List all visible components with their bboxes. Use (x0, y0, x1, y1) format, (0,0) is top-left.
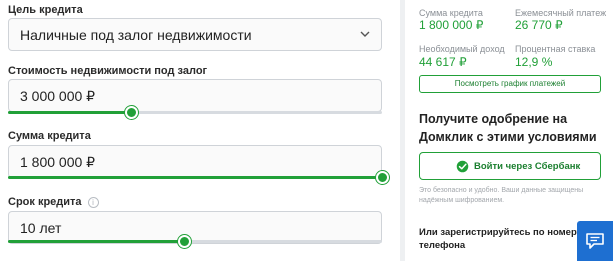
purpose-select[interactable]: Наличные под залог недвижимости (8, 18, 382, 51)
property-value-label: Стоимость недвижимости под залог (8, 65, 208, 77)
loan-sum-value: 1 800 000 ₽ (419, 18, 484, 32)
interest-rate-value: 12,9 % (515, 55, 553, 69)
chevron-down-icon (360, 31, 370, 37)
property-value-slider-thumb[interactable] (125, 106, 139, 119)
payment-schedule-button[interactable]: Посмотреть график платежей (419, 75, 601, 93)
monthly-payment-label: Ежемесячный платеж (515, 8, 607, 18)
sber-login-button[interactable]: Войти через Сбербанк (419, 152, 601, 180)
chat-icon (586, 233, 604, 249)
loan-amount-slider[interactable] (8, 171, 389, 184)
required-income-value: 44 617 ₽ (419, 55, 467, 69)
loan-form: Цель кредита Наличные под залог недвижим… (0, 0, 400, 261)
loan-term-label-text: Срок кредита (8, 196, 82, 208)
approval-title: Получите одобрение на Домклик с этими ус… (419, 112, 597, 144)
loan-term-label: Срок кредита i (8, 196, 99, 208)
property-value-text: 3 000 000 ₽ (20, 88, 96, 104)
required-income-label: Необходимый доход (419, 44, 505, 54)
security-note: Это безопасно и удобно. Ваши данные защи… (419, 187, 584, 204)
interest-rate-label: Процентная ставка (515, 44, 596, 54)
loan-amount-slider-fill (8, 176, 382, 179)
purpose-label: Цель кредита (8, 4, 83, 16)
loan-term-slider-fill (8, 240, 184, 243)
sber-login-label: Войти через Сбербанк (474, 161, 581, 172)
loan-amount-slider-thumb[interactable] (376, 171, 389, 184)
monthly-payment-value: 26 770 ₽ (515, 18, 563, 32)
info-icon[interactable]: i (87, 197, 99, 208)
sber-logo-icon (456, 160, 469, 173)
property-value-slider-fill (8, 111, 132, 114)
property-value-slider[interactable] (8, 106, 382, 119)
loan-term-slider[interactable] (8, 235, 382, 248)
loan-amount-label: Сумма кредита (8, 130, 91, 142)
loan-term-text: 10 лет (20, 220, 62, 236)
loan-sum-label: Сумма кредита (419, 8, 483, 18)
loan-amount-text: 1 800 000 ₽ (20, 154, 96, 170)
loan-term-slider-thumb[interactable] (177, 235, 191, 248)
purpose-select-value: Наличные под залог недвижимости (20, 27, 252, 43)
loan-amount-input[interactable]: 1 800 000 ₽ (8, 145, 382, 178)
property-value-input[interactable]: 3 000 000 ₽ (8, 79, 382, 112)
register-by-phone-link[interactable]: Или зарегистрируйтесь по номеру телефона (419, 226, 589, 252)
chat-button[interactable] (577, 221, 613, 261)
